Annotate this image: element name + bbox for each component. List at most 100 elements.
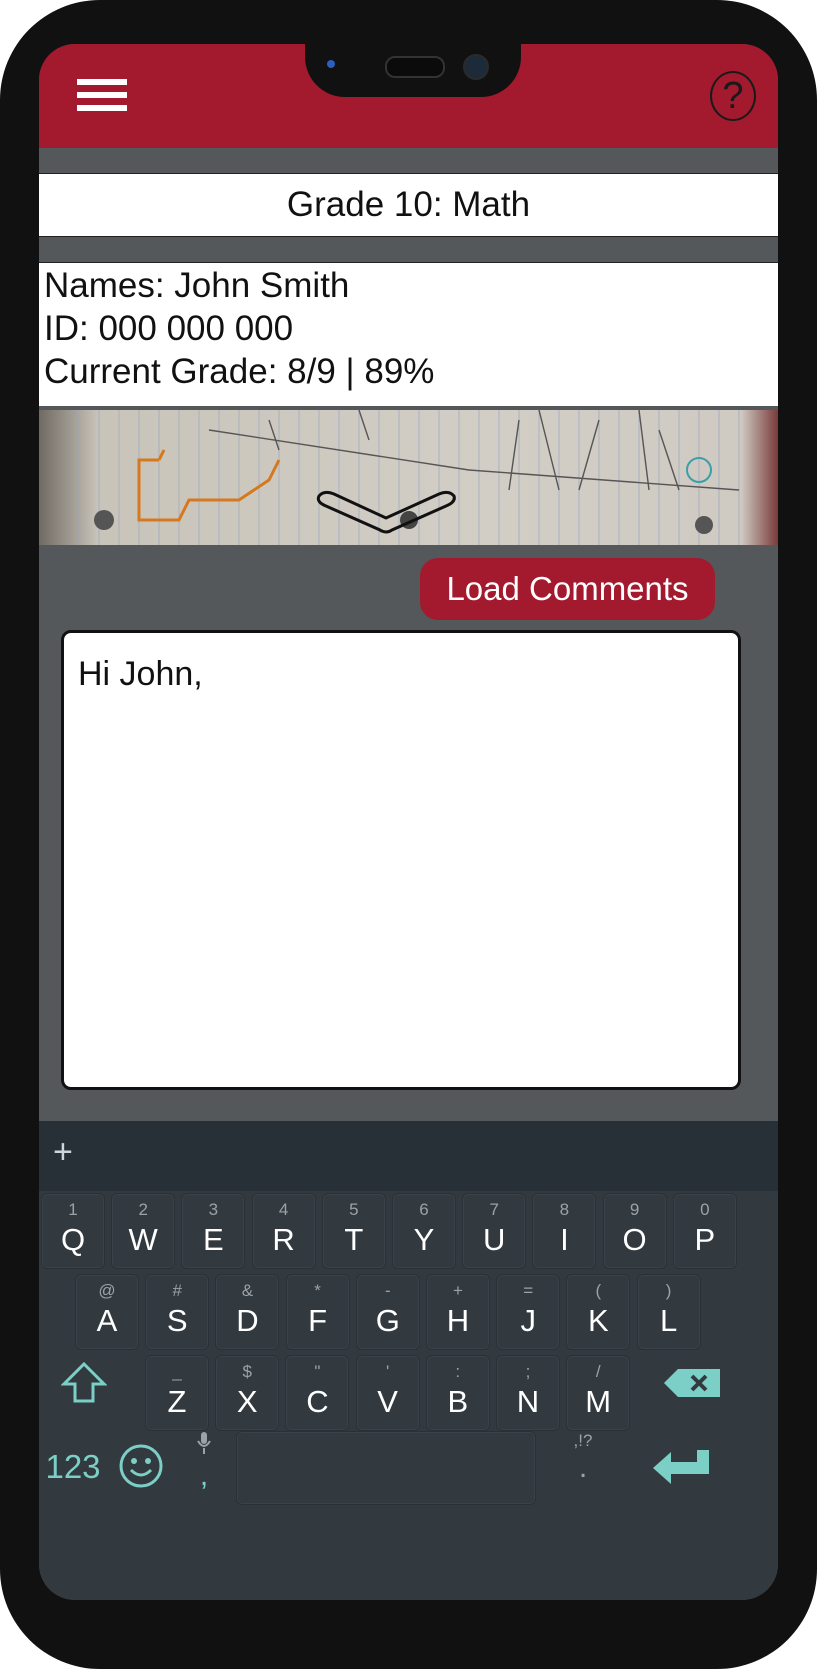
key-label: P xyxy=(694,1222,716,1257)
key-c[interactable]: " C xyxy=(285,1355,350,1431)
numbers-key[interactable]: 123 xyxy=(41,1445,105,1489)
key-f[interactable]: * F xyxy=(285,1274,350,1350)
key-h[interactable]: + H xyxy=(426,1274,490,1350)
key-k[interactable]: (K xyxy=(566,1274,631,1350)
key-label: F xyxy=(308,1303,328,1338)
key-hint: 3 xyxy=(208,1200,219,1219)
speaker-grille-icon xyxy=(385,56,445,78)
key-hint: / xyxy=(595,1362,601,1381)
onscreen-keyboard: + 1Q2W3E4R5T6Y7U8I9O0P @ A # S & D * F - G + H = J(K)… xyxy=(39,1121,778,1600)
camera-notch xyxy=(305,44,521,97)
key-label: J xyxy=(520,1303,536,1338)
key-hint: ( xyxy=(595,1281,602,1300)
smiley-face-icon[interactable] xyxy=(118,1443,164,1489)
key-u[interactable]: 7U xyxy=(462,1193,527,1269)
hamburger-menu-icon[interactable] xyxy=(77,79,127,117)
key-label: H xyxy=(446,1303,470,1338)
key-label: O xyxy=(622,1222,647,1257)
chevron-down-icon[interactable] xyxy=(314,488,459,536)
key-j[interactable]: = J xyxy=(496,1274,561,1350)
key-s[interactable]: # S xyxy=(145,1274,210,1350)
assignment-photo[interactable] xyxy=(39,410,778,545)
key-x[interactable]: $ X xyxy=(215,1355,280,1431)
key-label: Z xyxy=(167,1384,187,1419)
phone-frame: ? Grade 10: Math Names: John Smith ID: 0… xyxy=(0,0,817,1669)
enter-arrow-icon[interactable] xyxy=(651,1448,711,1488)
space-key[interactable] xyxy=(236,1431,536,1505)
key-hint: @ xyxy=(98,1281,116,1300)
key-m[interactable]: / M xyxy=(566,1355,631,1431)
keyboard-plus-button[interactable]: + xyxy=(53,1133,73,1172)
key-r[interactable]: 4R xyxy=(251,1193,316,1269)
key-hint: $ xyxy=(242,1362,252,1381)
key-hint: - xyxy=(384,1281,391,1300)
key-hint: # xyxy=(172,1281,182,1300)
key-i[interactable]: 8I xyxy=(532,1193,597,1269)
key-label: W xyxy=(128,1222,158,1257)
key-label: I xyxy=(560,1222,569,1257)
app-screen: ? Grade 10: Math Names: John Smith ID: 0… xyxy=(39,44,778,1600)
key-label: U xyxy=(482,1222,506,1257)
key-hint: _ xyxy=(172,1362,182,1381)
key-label: L xyxy=(659,1303,678,1338)
key-hint: 7 xyxy=(489,1200,499,1219)
key-hint: 4 xyxy=(278,1200,289,1219)
key-hint: ' xyxy=(385,1362,390,1381)
key-n[interactable]: ; N xyxy=(496,1355,560,1431)
key-label: V xyxy=(377,1384,398,1419)
key-w[interactable]: 2W xyxy=(111,1193,176,1269)
key-label: N xyxy=(516,1384,540,1419)
key-hint: ; xyxy=(525,1362,531,1381)
key-label: Q xyxy=(60,1222,86,1257)
period-key[interactable]: ,!? . xyxy=(563,1431,603,1495)
student-info-panel: Names: John Smith ID: 000 000 000 Curren… xyxy=(39,262,778,406)
shift-arrow-icon[interactable] xyxy=(59,1361,109,1411)
key-l[interactable]: ) L xyxy=(636,1274,701,1350)
key-hint: 9 xyxy=(629,1200,640,1219)
sensor-dot-icon xyxy=(327,60,335,68)
key-a[interactable]: @ A xyxy=(75,1274,139,1350)
key-label: S xyxy=(166,1303,188,1338)
key-label: X xyxy=(236,1384,258,1419)
key-label: T xyxy=(344,1222,364,1257)
key-hint: = xyxy=(523,1281,534,1300)
key-hint: " xyxy=(314,1362,321,1381)
key-e[interactable]: 3E xyxy=(181,1193,246,1269)
key-label: K xyxy=(588,1303,609,1338)
load-comments-button[interactable]: Load Comments xyxy=(420,558,715,620)
period-hint: ,!? xyxy=(573,1431,593,1450)
key-hint: 2 xyxy=(138,1200,148,1219)
key-label: B xyxy=(447,1384,469,1419)
key-label: M xyxy=(585,1384,612,1419)
key-z[interactable]: _ Z xyxy=(145,1355,209,1431)
student-name: Names: John Smith xyxy=(44,266,350,305)
key-v[interactable]: ' V xyxy=(355,1355,420,1431)
key-hint: : xyxy=(455,1362,461,1381)
comment-text: Hi John, xyxy=(78,655,203,693)
key-label: E xyxy=(203,1222,224,1257)
key-o[interactable]: 9O xyxy=(602,1193,667,1269)
key-label: C xyxy=(306,1384,329,1419)
comma-label: , xyxy=(199,1459,209,1492)
key-d[interactable]: & D xyxy=(215,1274,280,1350)
key-label: G xyxy=(375,1303,400,1338)
key-q[interactable]: 1Q xyxy=(41,1193,105,1269)
front-camera-icon xyxy=(463,54,489,80)
course-title: Grade 10: Math xyxy=(39,173,778,237)
key-hint: + xyxy=(453,1281,463,1300)
keyboard-toolbar: + xyxy=(39,1121,778,1191)
key-p[interactable]: 0P xyxy=(672,1193,737,1269)
key-label: A xyxy=(96,1303,118,1338)
comma-key[interactable]: , xyxy=(189,1431,219,1495)
key-b[interactable]: :B xyxy=(425,1355,490,1431)
key-hint: 1 xyxy=(68,1200,78,1219)
backspace-icon[interactable] xyxy=(661,1367,723,1403)
comment-textarea[interactable]: Hi John, xyxy=(61,630,741,1090)
key-t[interactable]: 5T xyxy=(321,1193,386,1269)
key-label: Y xyxy=(413,1222,435,1257)
key-g[interactable]: -G xyxy=(355,1274,420,1350)
key-y[interactable]: 6Y xyxy=(392,1193,456,1269)
current-grade: Current Grade: 8/9 | 89% xyxy=(44,352,435,391)
key-hint: * xyxy=(314,1281,321,1300)
question-mark-icon[interactable]: ? xyxy=(710,71,756,121)
